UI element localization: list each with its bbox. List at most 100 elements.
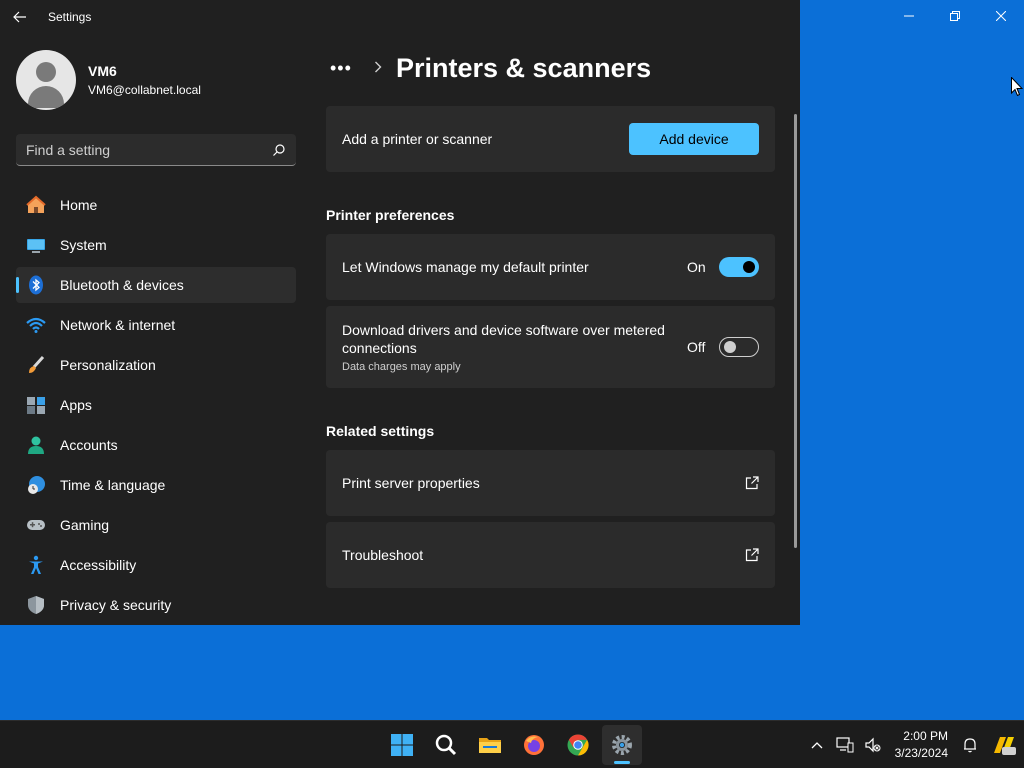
search-input[interactable] xyxy=(26,141,272,158)
sidebar-item-accounts[interactable]: Accounts xyxy=(16,427,296,463)
metered-connection-card: Download drivers and device software ove… xyxy=(326,306,775,388)
taskbar-search-button[interactable] xyxy=(426,725,466,765)
profile-email: VM6@collabnet.local xyxy=(88,83,201,97)
home-icon xyxy=(26,195,46,215)
sidebar-item-accessibility[interactable]: Accessibility xyxy=(16,547,296,583)
title-bar: Settings xyxy=(0,0,800,34)
avatar xyxy=(16,50,76,110)
chrome-button[interactable] xyxy=(558,725,598,765)
print-server-properties-link[interactable]: Print server properties xyxy=(326,450,775,516)
chevron-right-icon xyxy=(374,60,382,76)
search-box[interactable] xyxy=(16,134,296,166)
chevron-up-icon xyxy=(811,742,823,749)
restore-button[interactable] xyxy=(932,0,978,32)
troubleshoot-link[interactable]: Troubleshoot xyxy=(326,522,775,588)
sidebar-item-personalization[interactable]: Personalization xyxy=(16,347,296,383)
add-device-button[interactable]: Add device xyxy=(629,123,759,155)
accessibility-icon xyxy=(26,555,46,575)
bell-icon xyxy=(964,738,976,753)
sidebar-item-label: Time & language xyxy=(60,477,166,493)
windows-logo-icon xyxy=(391,734,413,756)
user-profile[interactable]: VM6 VM6@collabnet.local xyxy=(16,50,201,110)
apps-icon xyxy=(26,395,46,415)
sidebar-nav: Home System Bluetooth & devices Network … xyxy=(16,187,296,625)
sidebar-item-label: Personalization xyxy=(60,357,156,373)
accounts-icon xyxy=(26,435,46,455)
sidebar-item-label: Apps xyxy=(60,397,92,413)
sidebar-item-privacy-security[interactable]: Privacy & security xyxy=(16,587,296,623)
sidebar-item-label: Accounts xyxy=(60,437,118,453)
sidebar-item-label: Network & internet xyxy=(60,317,176,333)
settings-taskbar-button[interactable] xyxy=(602,725,642,765)
sidebar: VM6 VM6@collabnet.local Home xyxy=(0,34,310,625)
file-explorer-button[interactable] xyxy=(470,725,510,765)
metered-connection-state: Off xyxy=(687,339,706,355)
default-printer-toggle[interactable] xyxy=(719,257,759,277)
wifi-icon xyxy=(26,315,46,335)
taskbar-apps xyxy=(382,725,646,765)
copilot-preview-icon xyxy=(994,737,1016,755)
sidebar-item-label: System xyxy=(60,237,107,253)
print-server-label: Print server properties xyxy=(342,475,480,491)
back-arrow-icon xyxy=(13,11,26,23)
sidebar-item-network[interactable]: Network & internet xyxy=(16,307,296,343)
default-printer-state: On xyxy=(687,259,706,275)
gear-icon xyxy=(612,735,632,755)
add-printer-card: Add a printer or scanner Add device xyxy=(326,106,775,172)
sidebar-item-apps[interactable]: Apps xyxy=(16,387,296,423)
sidebar-item-label: Gaming xyxy=(60,517,110,533)
breadcrumb: ••• Printers & scanners xyxy=(330,50,651,86)
minimize-icon xyxy=(904,15,914,17)
sidebar-item-label: Privacy & security xyxy=(60,597,172,613)
sidebar-item-home[interactable]: Home xyxy=(16,187,296,223)
metered-connection-label: Download drivers and device software ove… xyxy=(342,322,665,356)
troubleshoot-label: Troubleshoot xyxy=(342,547,424,563)
volume-button[interactable] xyxy=(859,725,887,765)
back-button[interactable] xyxy=(0,0,40,34)
mouse-cursor-icon xyxy=(1011,77,1023,97)
metered-connection-toggle[interactable] xyxy=(719,337,759,357)
scrollbar[interactable] xyxy=(794,114,797,548)
copilot-button[interactable] xyxy=(984,725,1024,765)
window-title: Settings xyxy=(48,10,92,24)
sidebar-item-gaming[interactable]: Gaming xyxy=(16,507,296,543)
printer-preferences-heading: Printer preferences xyxy=(326,207,455,223)
clock-date: 3/23/2024 xyxy=(894,746,948,760)
sidebar-item-label: Home xyxy=(60,197,98,213)
sidebar-item-time-language[interactable]: Time & language xyxy=(16,467,296,503)
minimize-button[interactable] xyxy=(886,0,932,32)
close-icon xyxy=(996,11,1006,21)
breadcrumb-more-button[interactable]: ••• xyxy=(330,58,362,79)
taskbar: 2:00 PM 3/23/2024 xyxy=(0,720,1024,768)
firefox-button[interactable] xyxy=(514,725,554,765)
external-link-icon xyxy=(745,548,759,562)
clock-time: 2:00 PM xyxy=(903,729,948,743)
default-printer-label: Let Windows manage my default printer xyxy=(342,259,589,275)
settings-window: Settings VM6 VM6@collabnet.local Find a … xyxy=(0,0,800,625)
search-icon[interactable] xyxy=(272,143,286,157)
firefox-icon xyxy=(524,735,544,755)
sidebar-item-bluetooth-devices[interactable]: Bluetooth & devices xyxy=(16,267,296,303)
brush-icon xyxy=(26,355,46,375)
chrome-icon xyxy=(567,734,589,756)
folder-icon xyxy=(479,738,501,753)
profile-name: VM6 xyxy=(88,63,117,79)
network-status-button[interactable] xyxy=(831,725,859,765)
restore-icon xyxy=(950,11,960,21)
show-hidden-icons-button[interactable] xyxy=(803,725,831,765)
sidebar-item-system[interactable]: System xyxy=(16,227,296,263)
system-tray: 2:00 PM 3/23/2024 xyxy=(803,721,1024,768)
sidebar-item-label: Accessibility xyxy=(60,557,137,573)
close-button[interactable] xyxy=(978,0,1024,32)
start-button[interactable] xyxy=(382,725,422,765)
system-icon xyxy=(26,235,46,255)
page-title: Printers & scanners xyxy=(396,52,652,83)
speaker-muted-icon xyxy=(865,737,881,753)
notifications-button[interactable] xyxy=(956,725,984,765)
sidebar-item-label: Bluetooth & devices xyxy=(60,277,184,293)
clock[interactable]: 2:00 PM 3/23/2024 xyxy=(895,728,948,762)
external-link-icon xyxy=(745,476,759,490)
shield-icon xyxy=(26,595,46,615)
bluetooth-icon xyxy=(26,275,46,295)
network-icon xyxy=(836,737,854,753)
